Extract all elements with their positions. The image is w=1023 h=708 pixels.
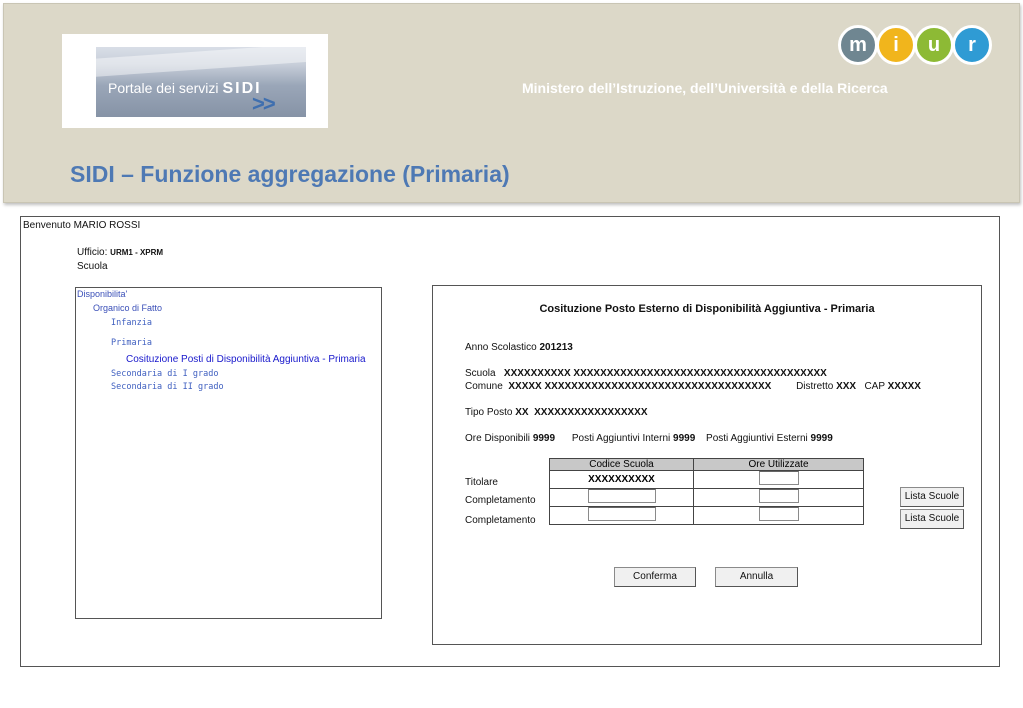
anno-scolastico-row: Anno Scolastico 201213	[465, 342, 573, 353]
titolare-ore-cell	[693, 470, 864, 489]
tree-item-organico[interactable]: Organico di Fatto	[93, 303, 162, 313]
completamento2-code-input[interactable]	[587, 507, 656, 521]
distretto-value: XXX	[836, 381, 857, 392]
completamento1-label: Completamento	[465, 495, 536, 506]
completamento2-label: Completamento	[465, 515, 536, 526]
completamento1-ore-input[interactable]	[758, 489, 799, 503]
lista-scuole-button-2[interactable]: Lista Scuole	[900, 509, 964, 529]
scuola-value: XXXXXXXXXX XXXXXXXXXXXXXXXXXXXXXXXXXXXXX…	[503, 368, 827, 379]
titolare-ore-input[interactable]	[758, 471, 799, 485]
panel-title: Cosituzione Posto Esterno di Disponibili…	[539, 303, 875, 315]
tree-item-secondaria-secondo[interactable]: Secondaria di II grado	[111, 382, 224, 392]
welcome-message: Benvenuto MARIO ROSSI	[23, 220, 141, 231]
anno-label: Anno Scolastico	[465, 342, 537, 353]
scuola-field-label: Scuola	[465, 368, 496, 379]
completamento1-code-input[interactable]	[587, 489, 656, 503]
tipo-posto-label: Tipo Posto	[465, 407, 513, 418]
scuola-row: Scuola XXXXXXXXXX XXXXXXXXXXXXXXXXXXXXXX…	[465, 368, 827, 379]
tipo-posto-row: Tipo Posto XX XXXXXXXXXXXXXXXXX	[465, 407, 648, 418]
miur-letter-m: m	[838, 25, 878, 65]
comune-row: Comune XXXXX XXXXXXXXXXXXXXXXXXXXXXXXXXX…	[465, 381, 921, 392]
miur-letter-u: u	[914, 25, 954, 65]
page-title: SIDI – Funzione aggregazione (Primaria)	[70, 161, 510, 187]
ufficio-label: Ufficio:	[77, 247, 108, 258]
sidi-logo-text: Portale dei servizi SIDI	[108, 80, 262, 98]
col-ore-utilizzate: Ore Utilizzate	[693, 458, 864, 471]
tree-item-secondaria-primo[interactable]: Secondaria di I grado	[111, 369, 218, 379]
navigation-tree: Disponibilita' Organico di Fatto Infanzi…	[75, 287, 382, 619]
arrows-icon: >>	[252, 91, 276, 116]
posti-interni-value: 9999	[673, 433, 696, 444]
completamento2-ore-input[interactable]	[758, 507, 799, 521]
titolare-label: Titolare	[465, 477, 498, 488]
header-banner: Portale dei servizi SIDI >> m i u r Minis…	[3, 3, 1020, 203]
posti-esterni-value: 9999	[810, 433, 833, 444]
table-row	[549, 488, 864, 507]
miur-letter-i: i	[876, 25, 916, 65]
tree-item-costituzione-posti[interactable]: Cosituzione Posti di Disponibilità Aggiu…	[126, 354, 366, 365]
cap-label: CAP	[864, 381, 885, 392]
ufficio-value: URM1 - XPRM	[110, 248, 164, 257]
tree-item-disponibilita[interactable]: Disponibilita'	[77, 289, 127, 299]
table-row	[549, 506, 864, 525]
completamento2-code-cell	[549, 506, 694, 525]
anno-value: 201213	[539, 342, 573, 353]
posti-interni-label: Posti Aggiuntivi Interni	[571, 433, 671, 444]
tree-item-infanzia[interactable]: Infanzia	[111, 318, 152, 328]
annulla-button[interactable]: Annulla	[715, 567, 798, 587]
col-codice-scuola: Codice Scuola	[549, 458, 694, 471]
form-panel: Cosituzione Posto Esterno di Disponibili…	[432, 285, 982, 645]
lista-scuole-button-1[interactable]: Lista Scuole	[900, 487, 964, 507]
portale-label: Portale dei servizi	[108, 80, 219, 96]
completamento1-ore-cell	[693, 488, 864, 507]
sidi-logo-band: Portale dei servizi SIDI >>	[96, 47, 306, 117]
comune-value: XXXXX XXXXXXXXXXXXXXXXXXXXXXXXXXXXXXXXXX	[508, 381, 772, 392]
tipo-posto-value: XXXXXXXXXXXXXXXXX	[534, 407, 648, 418]
ore-row: Ore Disponibili 9999 Posti Aggiuntivi In…	[465, 433, 833, 444]
ore-disponibili-label: Ore Disponibili	[465, 433, 531, 444]
sidi-logo: Portale dei servizi SIDI >>	[62, 34, 328, 128]
miur-logo: m i u r	[838, 25, 998, 67]
comune-label: Comune	[465, 381, 503, 392]
ore-disponibili-value: 9999	[532, 433, 556, 444]
scuola-label: Scuola	[77, 261, 108, 272]
conferma-button[interactable]: Conferma	[614, 567, 696, 587]
ufficio-info: Ufficio: URM1 - XPRM	[77, 247, 163, 258]
assignment-table: Codice Scuola Ore Utilizzate XXXXXXXXXX	[549, 458, 864, 525]
titolare-code-cell: XXXXXXXXXX	[549, 470, 694, 489]
miur-letter-r: r	[952, 25, 992, 65]
completamento1-code-cell	[549, 488, 694, 507]
distretto-label: Distretto	[796, 381, 834, 392]
posti-esterni-label: Posti Aggiuntivi Esterni	[706, 433, 808, 444]
table-header-row: Codice Scuola Ore Utilizzate	[549, 458, 864, 471]
titolare-code: XXXXXXXXXX	[588, 474, 655, 485]
application-frame: Benvenuto MARIO ROSSI Ufficio: URM1 - XP…	[20, 216, 1000, 667]
ministry-name: Ministero dell’Istruzione, dell’Universi…	[522, 80, 888, 96]
completamento2-ore-cell	[693, 506, 864, 525]
table-row: XXXXXXXXXX	[549, 470, 864, 489]
tipo-posto-code: XX	[515, 407, 529, 418]
cap-value: XXXXX	[887, 381, 921, 392]
tree-item-primaria[interactable]: Primaria	[111, 338, 152, 348]
